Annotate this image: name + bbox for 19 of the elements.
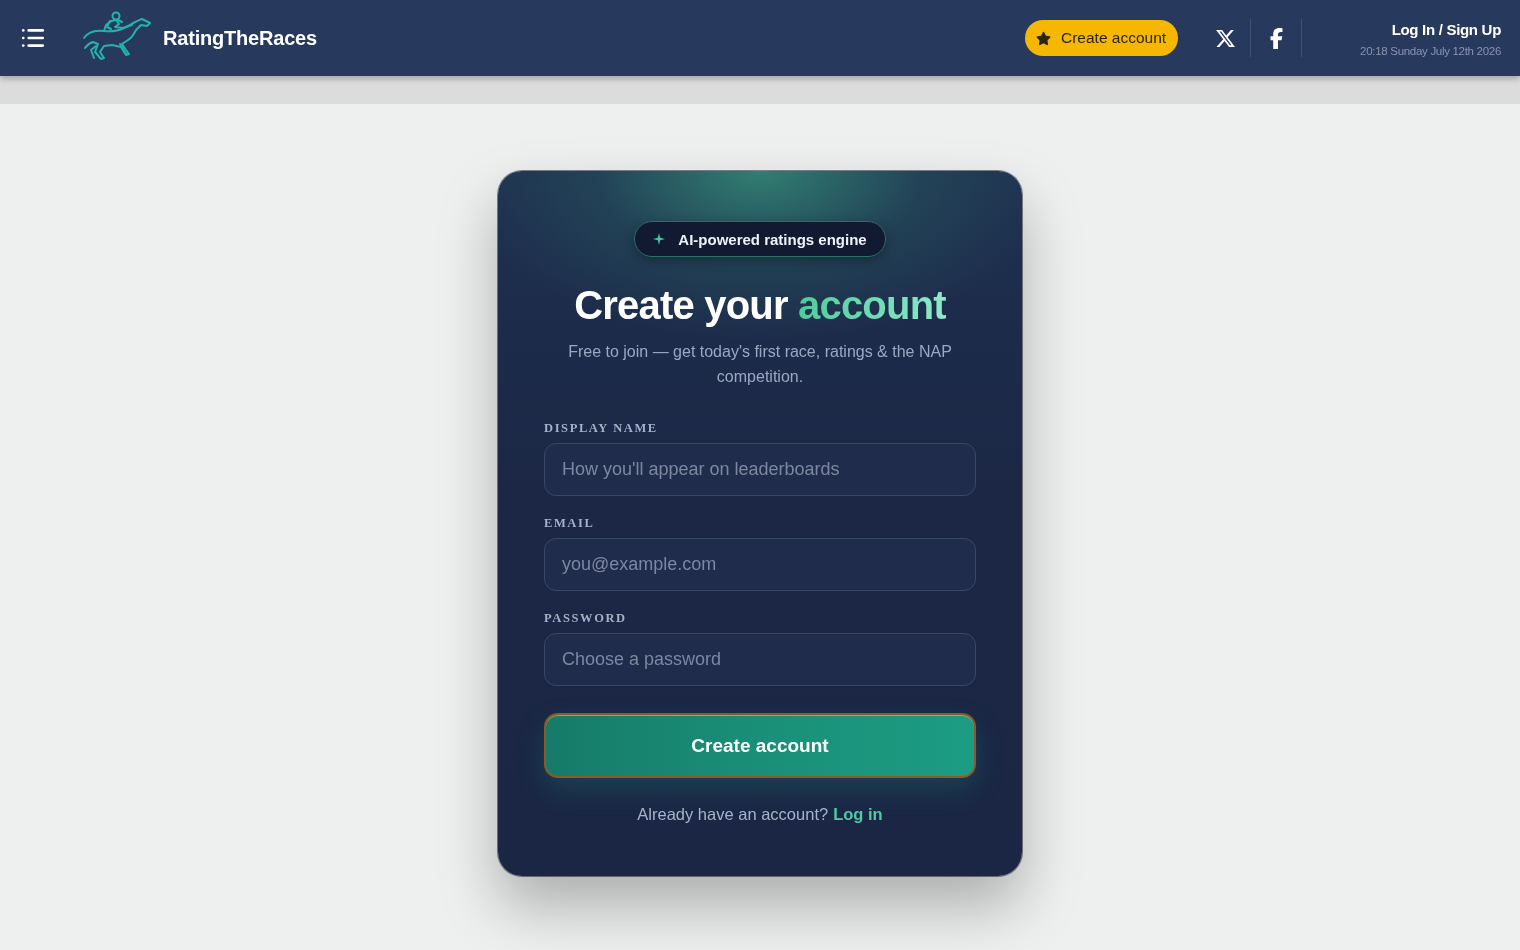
footer-text: Already have an account? bbox=[637, 805, 829, 824]
star-icon bbox=[1036, 30, 1051, 46]
sparkle-icon bbox=[653, 233, 666, 245]
input-field[interactable]: Choose a password bbox=[544, 633, 976, 686]
login-signup-link[interactable]: Log In / Sign Up bbox=[1391, 21, 1501, 38]
x-logo-icon bbox=[1214, 27, 1236, 49]
input-field[interactable]: How you'll appear on leaderboards bbox=[544, 443, 976, 496]
input-field[interactable]: you@example.com bbox=[544, 538, 976, 591]
brand-name[interactable]: RatingTheRaces bbox=[163, 26, 317, 50]
date-time: 20:18 Sunday July 12th 2026 bbox=[1360, 45, 1501, 57]
subtitle: Free to join — get today's first race, ratings & the NAP competition. bbox=[567, 342, 953, 387]
field-label: PASSWORD bbox=[544, 610, 628, 626]
submit-button[interactable]: Create account bbox=[544, 713, 976, 778]
page-title: Create your account bbox=[574, 282, 946, 329]
login-link[interactable]: Log in bbox=[833, 805, 883, 824]
field-label: EMAIL bbox=[544, 515, 596, 531]
badge-text: AI-powered ratings engine bbox=[678, 230, 867, 248]
field-label: DISPLAY NAME bbox=[544, 420, 659, 436]
create-account-button[interactable]: Create account bbox=[1025, 20, 1179, 56]
